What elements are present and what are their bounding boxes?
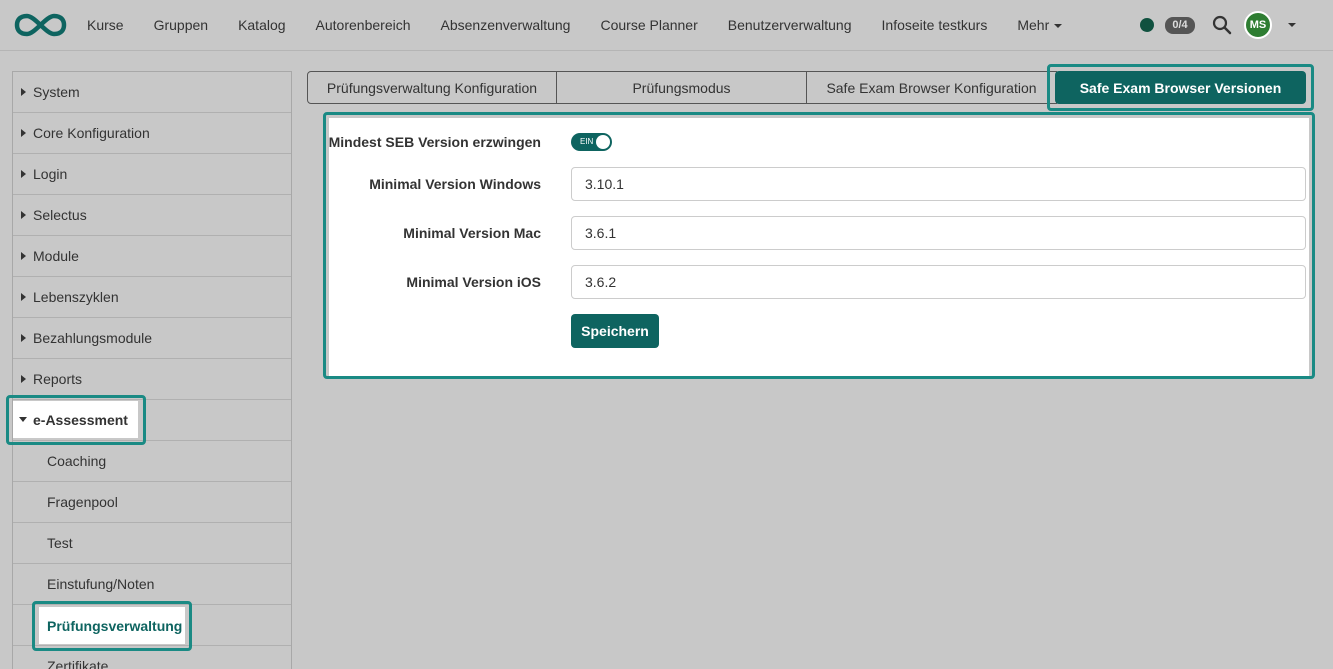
avatar[interactable]: MS bbox=[1244, 11, 1272, 39]
sidebar-item-fragenpool[interactable]: Fragenpool bbox=[13, 482, 291, 523]
caret-right-icon bbox=[21, 211, 26, 219]
sidebar-item-core-konfiguration[interactable]: Core Konfiguration bbox=[13, 113, 291, 154]
nav-item-katalog[interactable]: Katalog bbox=[223, 17, 300, 33]
caret-right-icon bbox=[21, 375, 26, 383]
caret-right-icon bbox=[21, 129, 26, 137]
sidebar-item-label: Lebenszyklen bbox=[33, 289, 119, 305]
sidebar-item-selectus[interactable]: Selectus bbox=[13, 195, 291, 236]
sidebar-item-label: Login bbox=[33, 166, 68, 182]
ios-version-label: Minimal Version iOS bbox=[406, 274, 541, 290]
top-navbar: Kurse Gruppen Katalog Autorenbereich Abs… bbox=[0, 0, 1333, 51]
sidebar-item-label: Test bbox=[47, 535, 73, 551]
tab-seb-konfiguration[interactable]: Safe Exam Browser Konfiguration bbox=[806, 71, 1057, 104]
caret-right-icon bbox=[21, 334, 26, 342]
toggle-label: Mindest SEB Version erzwingen bbox=[328, 134, 541, 150]
highlight-frame bbox=[1047, 64, 1314, 111]
nav-item-course-planner[interactable]: Course Planner bbox=[585, 17, 712, 33]
sidebar-item-reports[interactable]: Reports bbox=[13, 359, 291, 400]
caret-right-icon bbox=[21, 293, 26, 301]
enforce-min-version-toggle[interactable]: EIN bbox=[571, 133, 612, 151]
nav-item-absenzenverwaltung[interactable]: Absenzenverwaltung bbox=[426, 17, 586, 33]
tab-label: Prüfungsmodus bbox=[632, 79, 731, 96]
sidebar-item-label: Fragenpool bbox=[47, 494, 118, 510]
sidebar-item-label: Module bbox=[33, 248, 79, 264]
nav-item-mehr[interactable]: Mehr bbox=[1002, 17, 1077, 33]
sidebar-item-label: Coaching bbox=[47, 453, 107, 469]
windows-version-input[interactable] bbox=[571, 167, 1306, 201]
tab-pruefungsverwaltung-konfiguration[interactable]: Prüfungsverwaltung Konfiguration bbox=[307, 71, 557, 104]
sidebar-item-einstufung-noten[interactable]: Einstufung/Noten bbox=[13, 564, 291, 605]
nav-item-benutzerverwaltung[interactable]: Benutzerverwaltung bbox=[713, 17, 867, 33]
sidebar-item-system[interactable]: System bbox=[13, 72, 291, 113]
tab-bar: Prüfungsverwaltung Konfiguration Prüfung… bbox=[307, 71, 1057, 104]
mac-version-input[interactable] bbox=[571, 216, 1306, 250]
highlight-frame bbox=[32, 601, 192, 651]
nav-item-autorenbereich[interactable]: Autorenbereich bbox=[301, 17, 426, 33]
tab-pruefungsmodus[interactable]: Prüfungsmodus bbox=[556, 71, 807, 104]
admin-sidebar: System Core Konfiguration Login Selectus… bbox=[12, 71, 292, 669]
sidebar-item-module[interactable]: Module bbox=[13, 236, 291, 277]
notification-badge[interactable]: 0/4 bbox=[1165, 17, 1195, 34]
sidebar-item-label: Zertifikate bbox=[47, 658, 109, 669]
sidebar-item-label: Core Konfiguration bbox=[33, 125, 150, 141]
nav-mehr-label: Mehr bbox=[1017, 17, 1050, 33]
chevron-down-icon bbox=[1054, 24, 1063, 29]
ios-version-input[interactable] bbox=[571, 265, 1306, 299]
windows-version-label: Minimal Version Windows bbox=[369, 176, 541, 192]
nav-item-infoseite[interactable]: Infoseite testkurs bbox=[867, 17, 1003, 33]
toggle-state-text: EIN bbox=[580, 137, 594, 146]
tab-label: Safe Exam Browser Konfiguration bbox=[826, 79, 1037, 96]
highlight-frame bbox=[6, 395, 146, 445]
caret-right-icon bbox=[21, 252, 26, 260]
tab-label: Prüfungsverwaltung Konfiguration bbox=[326, 79, 538, 96]
caret-right-icon bbox=[21, 170, 26, 178]
sidebar-item-label: Reports bbox=[33, 371, 83, 387]
nav-item-gruppen[interactable]: Gruppen bbox=[139, 17, 223, 33]
sidebar-item-bezahlungsmodule[interactable]: Bezahlungsmodule bbox=[13, 318, 291, 359]
sidebar-item-test[interactable]: Test bbox=[13, 523, 291, 564]
caret-right-icon bbox=[21, 88, 26, 96]
online-status-icon[interactable] bbox=[1140, 18, 1154, 32]
search-icon[interactable] bbox=[1212, 15, 1232, 35]
sidebar-item-coaching[interactable]: Coaching bbox=[13, 441, 291, 482]
sidebar-item-lebenszyklen[interactable]: Lebenszyklen bbox=[13, 277, 291, 318]
sidebar-item-label: System bbox=[33, 84, 80, 100]
sidebar-item-label: Selectus bbox=[33, 207, 87, 223]
infinity-logo-icon[interactable] bbox=[14, 12, 67, 38]
toggle-knob bbox=[596, 135, 610, 149]
user-menu-chevron-down-icon[interactable] bbox=[1288, 23, 1296, 27]
sidebar-item-login[interactable]: Login bbox=[13, 154, 291, 195]
mac-version-label: Minimal Version Mac bbox=[403, 225, 541, 241]
nav-item-kurse[interactable]: Kurse bbox=[72, 17, 139, 33]
sidebar-item-label: Bezahlungsmodule bbox=[33, 330, 153, 346]
sidebar-item-label: Einstufung/Noten bbox=[47, 576, 155, 592]
save-button[interactable]: Speichern bbox=[571, 314, 659, 348]
